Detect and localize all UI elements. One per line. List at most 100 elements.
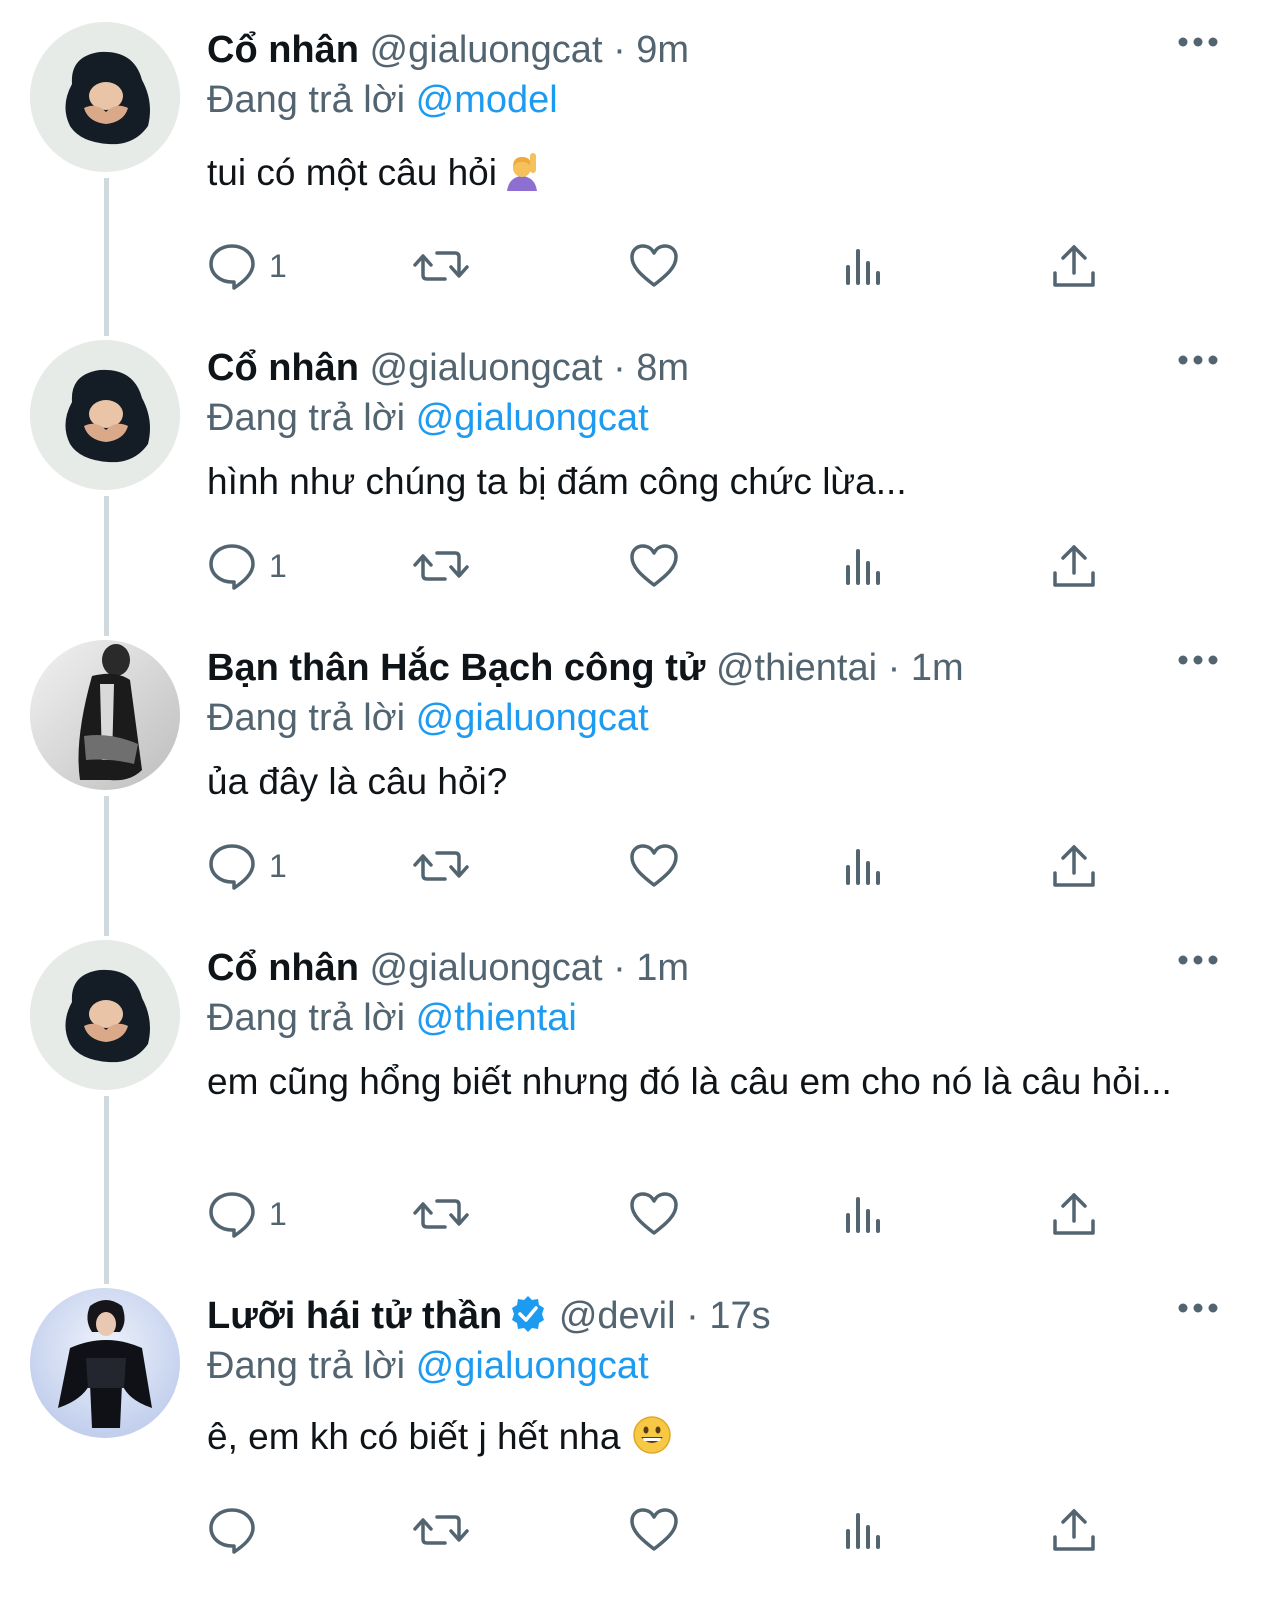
share-button[interactable] — [1051, 1188, 1097, 1240]
replying-to: Đang trả lời @thientai — [207, 994, 577, 1042]
heart-icon — [630, 1508, 678, 1551]
share-icon — [1053, 1193, 1095, 1235]
user-handle[interactable]: @gialuongcat — [370, 947, 603, 989]
more-options-icon[interactable] — [1176, 650, 1220, 670]
share-icon — [1053, 1509, 1095, 1551]
tweet[interactable]: Cổ nhân @gialuongcat · 1m Đang trả lời @… — [0, 940, 1284, 1270]
share-button[interactable] — [1051, 540, 1097, 592]
avatar-image — [30, 940, 180, 1090]
analytics-icon — [846, 1513, 880, 1549]
avatar[interactable] — [30, 1288, 180, 1438]
display-name[interactable]: Lưỡi hái tử thần — [207, 1295, 502, 1337]
replying-to: Đang trả lời @gialuongcat — [207, 1342, 649, 1390]
reply-icon — [209, 244, 255, 290]
analytics-button[interactable] — [843, 240, 883, 292]
analytics-icon — [846, 249, 880, 285]
mention-link[interactable]: @model — [416, 79, 558, 121]
timestamp[interactable]: 17s — [709, 1295, 770, 1337]
mention-link[interactable]: @thientai — [416, 997, 577, 1039]
share-icon — [1053, 845, 1095, 887]
user-handle[interactable]: @thientai — [716, 647, 877, 689]
analytics-button[interactable] — [843, 1188, 883, 1240]
reply-button[interactable]: 1 — [207, 540, 287, 592]
retweet-icon — [413, 1515, 469, 1545]
user-handle[interactable]: @devil — [559, 1295, 676, 1337]
reply-count: 1 — [269, 247, 287, 284]
tweet[interactable]: Bạn thân Hắc Bạch công tử @thientai · 1m… — [0, 640, 1284, 920]
mention-link[interactable]: @gialuongcat — [416, 397, 649, 439]
retweet-button[interactable] — [413, 1504, 469, 1556]
replying-to-label: Đang trả lời — [207, 79, 406, 121]
timestamp[interactable]: 8m — [636, 347, 689, 389]
share-button[interactable] — [1051, 240, 1097, 292]
separator-dot: · — [686, 1295, 699, 1337]
user-handle[interactable]: @gialuongcat — [370, 347, 603, 389]
retweet-button[interactable] — [413, 540, 469, 592]
retweet-icon — [413, 1199, 469, 1229]
like-button[interactable] — [629, 540, 679, 592]
like-button[interactable] — [629, 840, 679, 892]
reply-icon — [209, 1192, 255, 1238]
avatar-image — [30, 22, 180, 172]
avatar[interactable] — [30, 640, 180, 790]
like-button[interactable] — [629, 1504, 679, 1556]
analytics-button[interactable] — [843, 540, 883, 592]
share-icon — [1053, 545, 1095, 587]
avatar-image — [30, 1288, 180, 1438]
more-options-icon[interactable] — [1176, 32, 1220, 52]
share-button[interactable] — [1051, 1504, 1097, 1556]
mention-link[interactable]: @gialuongcat — [416, 1345, 649, 1387]
avatar[interactable] — [30, 940, 180, 1090]
timestamp[interactable]: 1m — [911, 647, 964, 689]
separator-dot: · — [613, 29, 626, 71]
more-options-icon[interactable] — [1176, 1298, 1220, 1318]
analytics-button[interactable] — [843, 1504, 883, 1556]
mention-link[interactable]: @gialuongcat — [416, 697, 649, 739]
tweet-actions — [207, 1504, 1207, 1556]
more-options-icon[interactable] — [1176, 350, 1220, 370]
replying-to-label: Đang trả lời — [207, 397, 406, 439]
reply-button[interactable] — [207, 1504, 269, 1556]
tweet-text: tui có một câu hỏi — [207, 150, 1217, 202]
share-button[interactable] — [1051, 840, 1097, 892]
avatar[interactable] — [30, 22, 180, 172]
tweet[interactable]: Cổ nhân @gialuongcat · 8m Đang trả lời @… — [0, 340, 1284, 620]
more-options-icon[interactable] — [1176, 950, 1220, 970]
verified-badge-icon — [508, 1294, 548, 1346]
like-button[interactable] — [629, 1188, 679, 1240]
tweet-text-content: tui có một câu hỏi — [207, 152, 497, 193]
heart-icon — [630, 844, 678, 887]
replying-to: Đang trả lời @model — [207, 76, 558, 124]
timestamp[interactable]: 1m — [636, 947, 689, 989]
timestamp[interactable]: 9m — [636, 29, 689, 71]
tweet[interactable]: Lưỡi hái tử thần @devil · 17s Đang trả l… — [0, 1288, 1284, 1599]
like-button[interactable] — [629, 240, 679, 292]
tweet-actions: 1 — [207, 240, 1207, 292]
replying-to-label: Đang trả lời — [207, 997, 406, 1039]
display-name[interactable]: Cổ nhân — [207, 29, 359, 71]
retweet-button[interactable] — [413, 840, 469, 892]
tweet-actions: 1 — [207, 540, 1207, 592]
tweet-actions: 1 — [207, 840, 1207, 892]
tweet[interactable]: Cổ nhân @gialuongcat · 9m Đang trả lời @… — [0, 22, 1284, 322]
avatar[interactable] — [30, 340, 180, 490]
analytics-icon — [846, 849, 880, 885]
replying-to: Đang trả lời @gialuongcat — [207, 394, 649, 442]
tweet-text-content: ê, em kh có biết j hết nha — [207, 1416, 621, 1457]
analytics-icon — [846, 1197, 880, 1233]
person-raising-hand-emoji — [503, 151, 541, 202]
retweet-icon — [413, 851, 469, 881]
display-name[interactable]: Bạn thân Hắc Bạch công tử — [207, 647, 705, 689]
replying-to-label: Đang trả lời — [207, 1345, 406, 1387]
retweet-button[interactable] — [413, 240, 469, 292]
reply-button[interactable]: 1 — [207, 240, 287, 292]
retweet-button[interactable] — [413, 1188, 469, 1240]
display-name[interactable]: Cổ nhân — [207, 347, 359, 389]
reply-button[interactable]: 1 — [207, 1188, 287, 1240]
reply-button[interactable]: 1 — [207, 840, 287, 892]
heart-icon — [630, 544, 678, 587]
user-handle[interactable]: @gialuongcat — [370, 29, 603, 71]
retweet-icon — [413, 251, 469, 281]
display-name[interactable]: Cổ nhân — [207, 947, 359, 989]
analytics-button[interactable] — [843, 840, 883, 892]
